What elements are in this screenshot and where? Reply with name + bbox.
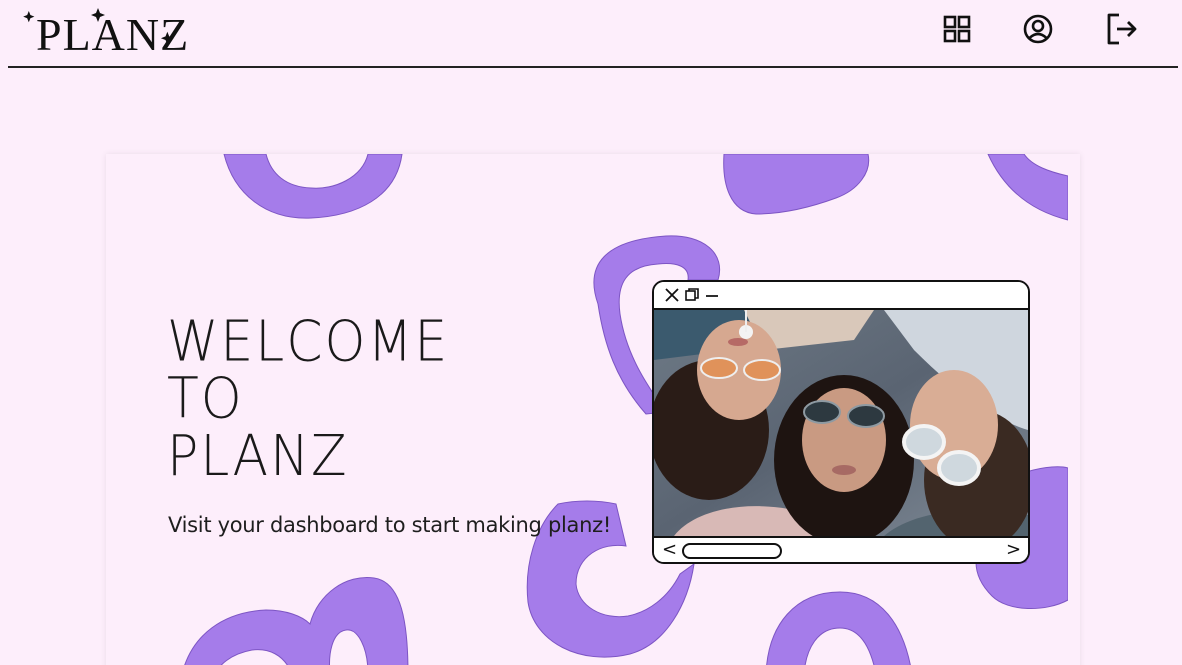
close-icon[interactable]	[664, 287, 680, 303]
planz-logo[interactable]: PLANZ	[22, 6, 190, 60]
top-header: PLANZ	[0, 0, 1182, 68]
restore-icon[interactable]	[684, 287, 700, 303]
welcome-line: PLANZ	[167, 424, 349, 489]
dashboard-grid-icon[interactable]	[940, 12, 974, 46]
photo-window: < >	[652, 280, 1030, 564]
welcome-line: TO	[167, 366, 244, 432]
window-titlebar	[654, 282, 1028, 310]
welcome-heading: WELCOME TO PLANZ	[167, 309, 450, 489]
minimize-icon[interactable]	[704, 287, 720, 303]
next-arrow-icon[interactable]: >	[1006, 538, 1021, 562]
window-scrollbar[interactable]	[682, 543, 782, 559]
landing-page: PLANZ WELCOME TO PLANZ Visit your dashbo…	[0, 0, 1182, 665]
welcome-subtitle: Visit your dashboard to start making pla…	[168, 513, 611, 537]
welcome-card: WELCOME TO PLANZ Visit your dashboard to…	[106, 154, 1080, 665]
header-divider	[8, 66, 1178, 68]
logo-text: PLANZ	[36, 9, 190, 60]
user-account-icon[interactable]	[1021, 12, 1055, 46]
logout-icon[interactable]	[1104, 12, 1138, 46]
prev-arrow-icon[interactable]: <	[662, 538, 677, 562]
window-bottombar: < >	[654, 536, 1028, 562]
welcome-line: WELCOME	[167, 309, 450, 375]
friends-photo	[654, 310, 1028, 536]
